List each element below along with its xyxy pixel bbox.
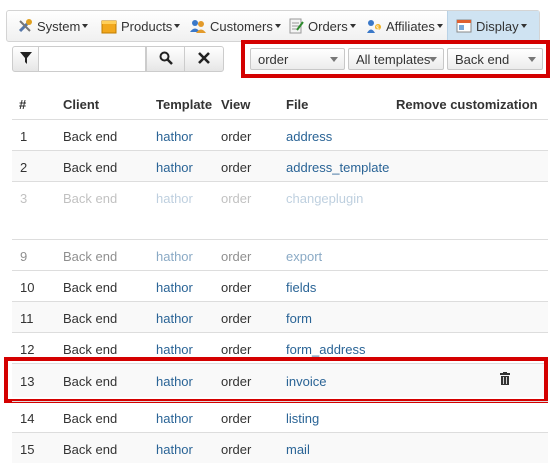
row-num: 9: [20, 249, 28, 264]
row-template-link[interactable]: hathor: [156, 311, 193, 326]
affiliates-icon: $: [366, 18, 382, 34]
row-template-link[interactable]: hathor: [156, 442, 193, 457]
row-view: order: [221, 249, 252, 264]
row-num: 10: [20, 280, 35, 295]
row-view: order: [221, 160, 252, 175]
menu-orders[interactable]: Orders: [288, 11, 356, 41]
row-num: 1: [20, 129, 28, 144]
row-file-link[interactable]: fields: [286, 280, 316, 295]
chevron-down-icon: [520, 24, 527, 28]
row-num: 2: [20, 160, 28, 175]
row-file-link[interactable]: address_template: [286, 160, 389, 175]
search-icon: [159, 51, 173, 68]
row-num: 11: [20, 311, 34, 326]
row-num: 15: [20, 442, 35, 457]
search-button[interactable]: [146, 46, 185, 72]
menu-display-label: Display: [476, 18, 519, 34]
users-icon: [190, 18, 206, 34]
row-template-link[interactable]: hathor: [156, 249, 193, 264]
column-header-template: Template: [156, 97, 213, 112]
box-icon: [101, 18, 117, 34]
row-client: Back end: [63, 442, 118, 457]
row-view: order: [221, 191, 252, 206]
row-num: 3: [20, 191, 28, 206]
row-template-link[interactable]: hathor: [156, 191, 193, 206]
row-view: order: [221, 280, 252, 295]
row-num: 14: [20, 411, 35, 426]
row-client: Back end: [63, 160, 118, 175]
clear-search-button[interactable]: [184, 46, 224, 72]
row-view: order: [221, 311, 252, 326]
row-highlight-box: [4, 357, 548, 403]
display-window-icon: [456, 18, 472, 34]
row-client: Back end: [63, 249, 118, 264]
column-header-num: #: [19, 97, 27, 112]
row-client: Back end: [63, 411, 118, 426]
close-icon: [198, 51, 210, 67]
row-client: Back end: [63, 129, 118, 144]
row-num: 12: [20, 342, 35, 357]
row-client: Back end: [63, 280, 118, 295]
filter-toggle-button[interactable]: [12, 46, 39, 72]
row-file-link[interactable]: export: [286, 249, 322, 264]
filter-highlight-box: [241, 40, 550, 78]
menu-system[interactable]: System: [17, 11, 89, 41]
menu-customers-label: Customers: [210, 18, 273, 34]
row-file-link[interactable]: address: [286, 129, 332, 144]
row-client: Back end: [63, 311, 118, 326]
row-view: order: [221, 442, 252, 457]
row-template-link[interactable]: hathor: [156, 280, 193, 295]
row-client: Back end: [63, 191, 118, 206]
row-client: Back end: [63, 342, 118, 357]
menu-affiliates-label: Affiliates: [386, 18, 435, 34]
row-file-link[interactable]: form_address: [286, 342, 365, 357]
wrench-icon: [17, 18, 33, 34]
row-template-link[interactable]: hathor: [156, 160, 193, 175]
chevron-down-icon: [436, 24, 443, 28]
menu-products[interactable]: Products: [101, 11, 181, 41]
row-file-link[interactable]: mail: [286, 442, 310, 457]
search-input[interactable]: [38, 46, 146, 72]
menu-affiliates[interactable]: $ Affiliates: [366, 11, 443, 41]
menu-orders-label: Orders: [308, 18, 348, 34]
order-document-icon: [288, 18, 304, 34]
row-view: order: [221, 129, 252, 144]
top-menu-bar: System Products Customers Orders $ Affil…: [6, 10, 540, 42]
menu-display[interactable]: Display: [447, 11, 539, 41]
menu-system-label: System: [37, 18, 81, 34]
row-file-link[interactable]: changeplugin: [286, 191, 363, 206]
column-header-view: View: [221, 97, 251, 112]
filter-icon: [19, 51, 32, 67]
row-template-link[interactable]: hathor: [156, 342, 193, 357]
chevron-down-icon: [274, 24, 281, 28]
column-header-file: File: [286, 97, 309, 112]
row-file-link[interactable]: listing: [286, 411, 319, 426]
row-view: order: [221, 342, 252, 357]
row-template-link[interactable]: hathor: [156, 411, 193, 426]
column-header-client: Client: [63, 97, 100, 112]
row-file-link[interactable]: form: [286, 311, 312, 326]
chevron-down-icon: [174, 24, 181, 28]
row-template-link[interactable]: hathor: [156, 129, 193, 144]
chevron-down-icon: [82, 24, 89, 28]
menu-products-label: Products: [121, 18, 173, 34]
menu-customers[interactable]: Customers: [190, 11, 281, 41]
row-view: order: [221, 411, 252, 426]
chevron-down-icon: [349, 24, 356, 28]
column-header-remove: Remove customization: [396, 97, 538, 112]
